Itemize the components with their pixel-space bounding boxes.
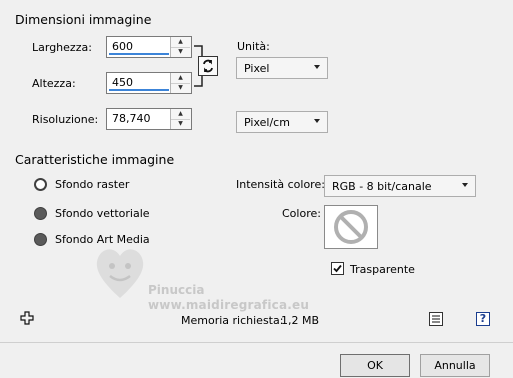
spin-down-icon[interactable]: ▼ — [171, 83, 190, 93]
resolution-value[interactable]: 78,740 — [112, 112, 151, 125]
width-spin-input[interactable]: 600 ▲ ▼ — [106, 36, 192, 58]
resolution-spin-input[interactable]: 78,740 ▲ ▼ — [106, 108, 192, 130]
units-label: Unità: — [237, 40, 270, 53]
memory-label: Memoria richiesta: — [181, 314, 284, 327]
footer-divider — [0, 342, 513, 343]
spin-down-icon[interactable]: ▼ — [171, 47, 190, 57]
resolution-spin-buttons[interactable]: ▲ ▼ — [170, 109, 191, 129]
units-dropdown[interactable]: Pixel — [236, 57, 328, 79]
dimensions-title: Dimensioni immagine — [15, 12, 152, 27]
height-spin-input[interactable]: 450 ▲ ▼ — [106, 72, 192, 94]
color-depth-label: Intensità colore: — [236, 178, 325, 191]
cancel-button[interactable]: Annulla — [420, 354, 490, 377]
color-depth-value: RGB - 8 bit/canale — [332, 180, 432, 193]
characteristics-title: Caratteristiche immagine — [15, 152, 175, 167]
help-icon[interactable]: ? — [476, 312, 490, 326]
transparent-checkbox[interactable] — [331, 262, 344, 275]
height-label: Altezza: — [32, 77, 76, 90]
width-label: Larghezza: — [32, 41, 92, 54]
radio-vector[interactable] — [34, 207, 47, 220]
preset-list-icon[interactable] — [429, 312, 443, 326]
transparent-label[interactable]: Trasparente — [350, 263, 415, 276]
radio-art-media[interactable] — [34, 233, 47, 246]
watermark-url: www.maidiregrafica.eu — [148, 298, 310, 312]
memory-value: 1,2 MB — [281, 314, 320, 327]
move-cross-icon[interactable] — [20, 311, 34, 325]
resolution-units-dropdown[interactable]: Pixel/cm — [236, 111, 328, 133]
link-toggle-icon[interactable] — [198, 56, 218, 76]
width-spin-buttons[interactable]: ▲ ▼ — [170, 37, 191, 57]
radio-raster-label[interactable]: Sfondo raster — [55, 178, 129, 191]
no-color-icon — [334, 210, 368, 244]
radio-vector-label[interactable]: Sfondo vettoriale — [55, 207, 150, 220]
check-icon — [333, 264, 342, 273]
color-label: Colore: — [282, 207, 321, 220]
ok-button[interactable]: OK — [340, 354, 410, 377]
spin-down-icon[interactable]: ▼ — [171, 119, 190, 129]
watermark-name: Pinuccia — [148, 283, 205, 297]
watermark-heart-logo — [96, 249, 144, 298]
color-swatch[interactable] — [324, 205, 378, 249]
width-value[interactable]: 600 — [112, 40, 133, 53]
resolution-label: Risoluzione: — [32, 113, 99, 126]
chevron-down-icon — [314, 119, 320, 123]
height-input-underline — [109, 89, 169, 91]
color-depth-dropdown[interactable]: RGB - 8 bit/canale — [324, 175, 476, 197]
chevron-down-icon — [462, 183, 468, 187]
height-spin-buttons[interactable]: ▲ ▼ — [170, 73, 191, 93]
resolution-units-value: Pixel/cm — [244, 116, 290, 129]
radio-raster[interactable] — [34, 178, 47, 191]
width-input-underline — [109, 53, 169, 55]
chevron-down-icon — [314, 65, 320, 69]
units-value: Pixel — [244, 62, 270, 75]
height-value[interactable]: 450 — [112, 76, 133, 89]
